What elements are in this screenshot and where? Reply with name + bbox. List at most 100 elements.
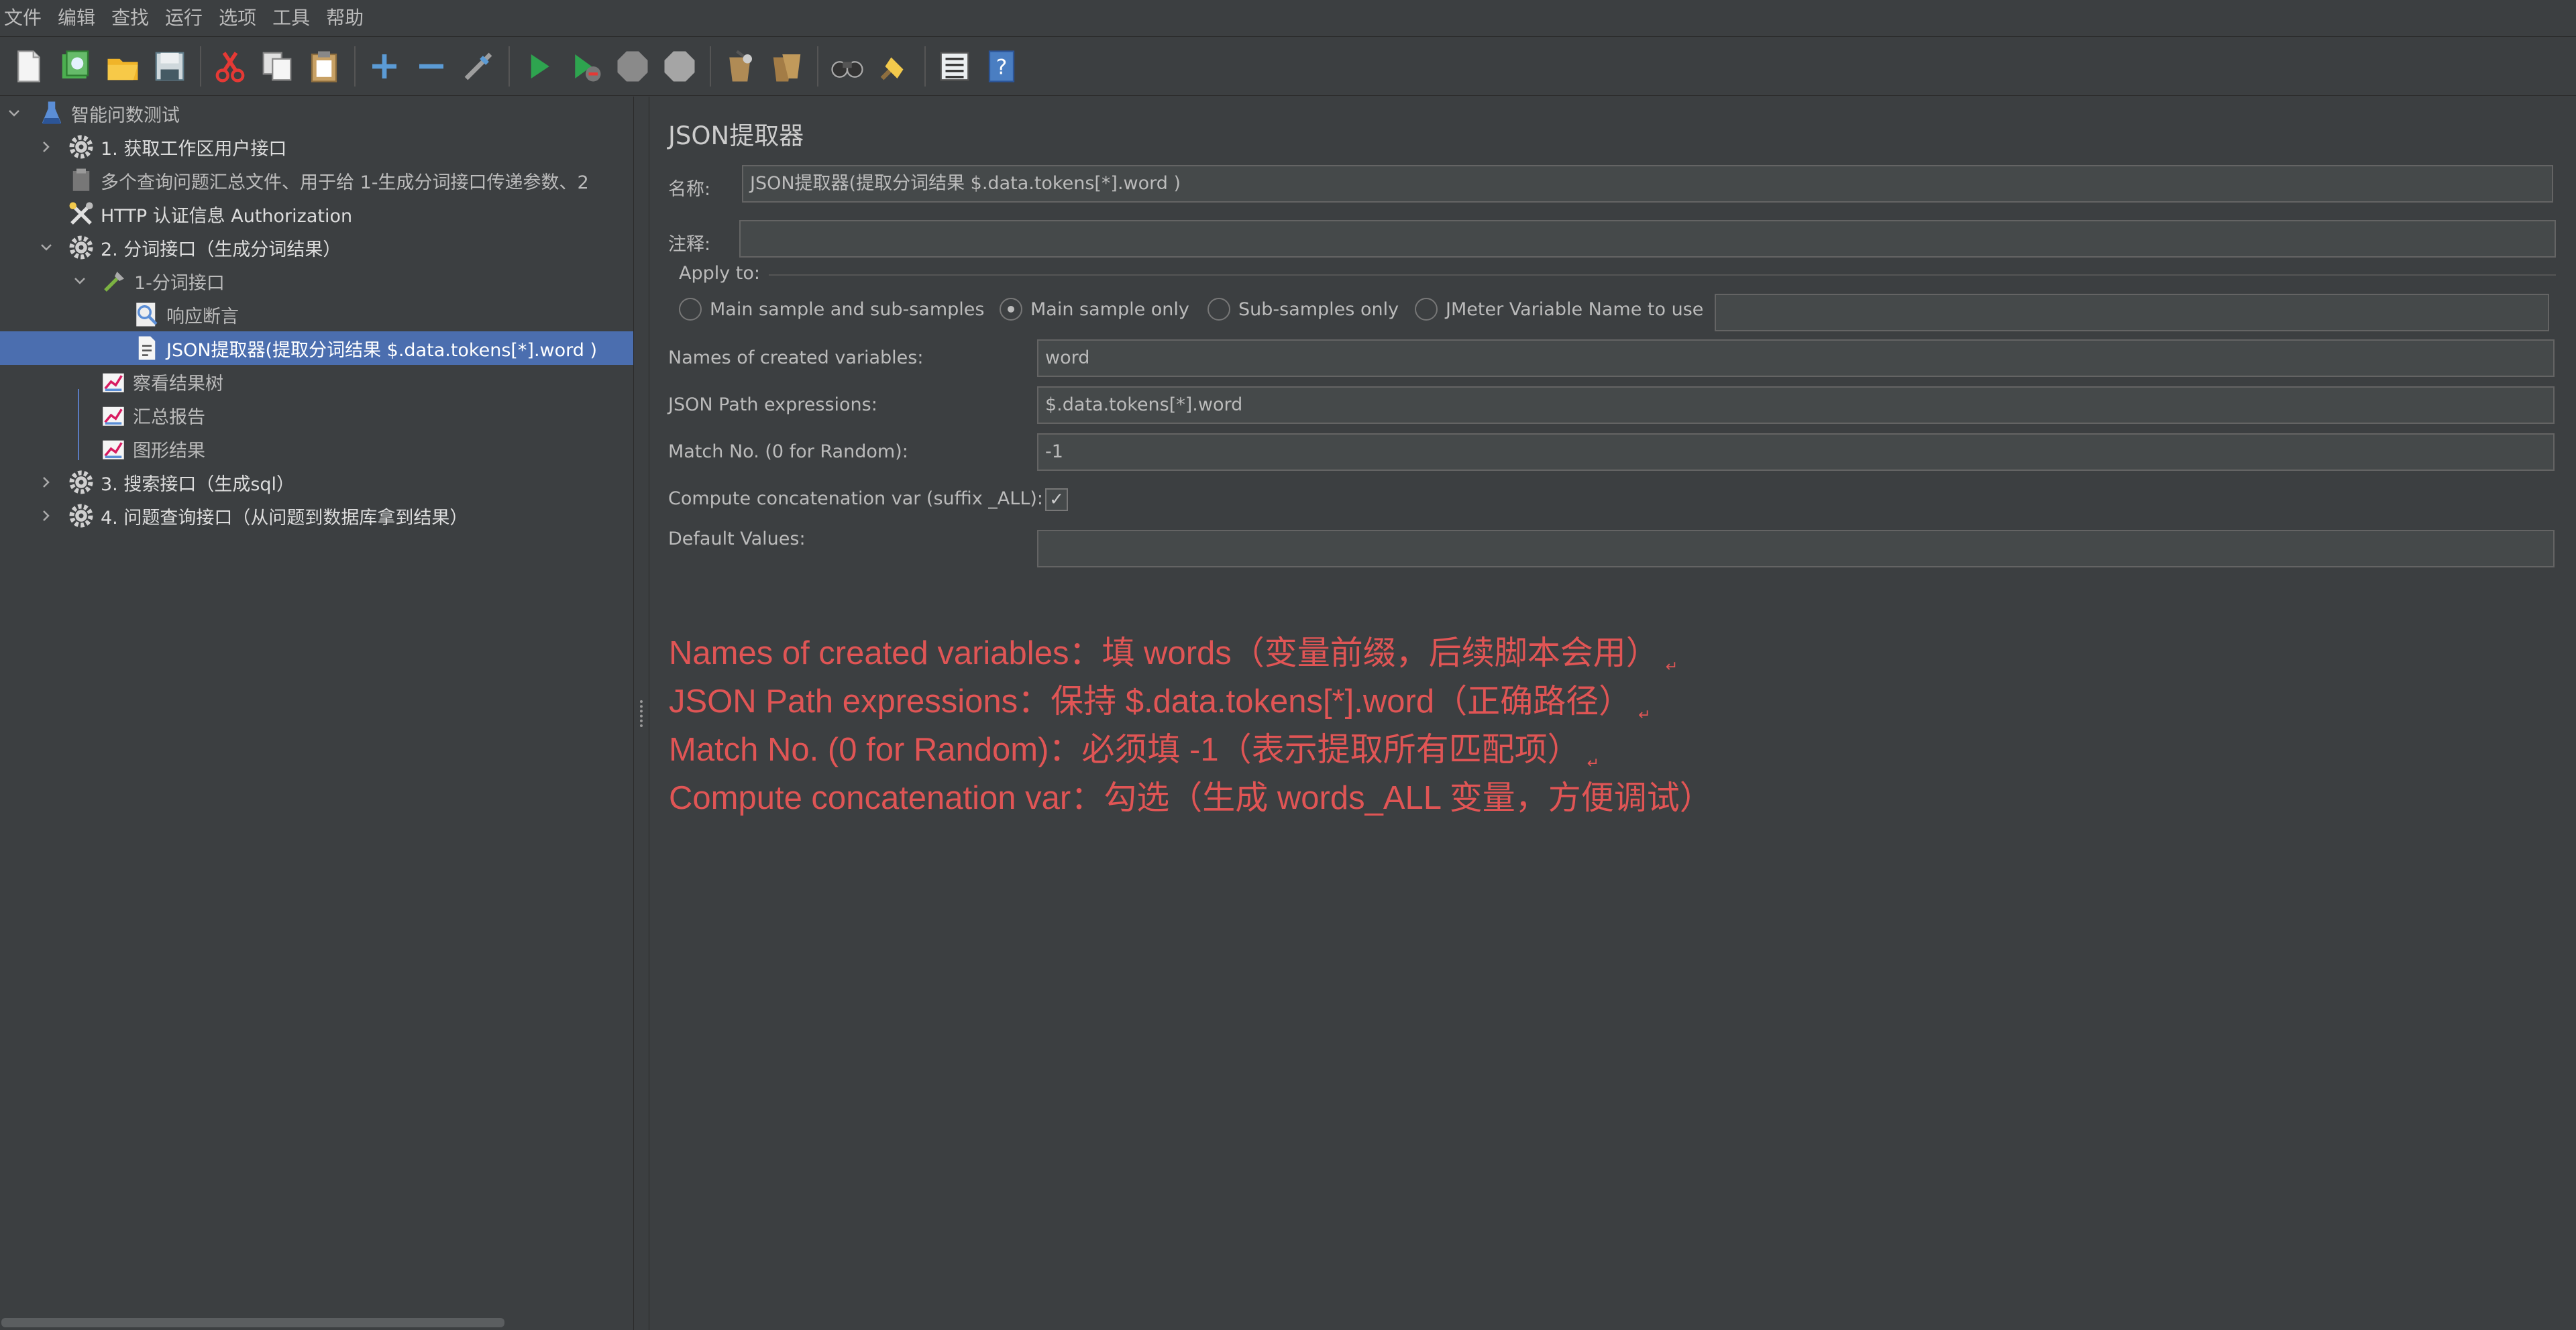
return-mark-icon: ↵ (1665, 657, 1678, 675)
annotation-match: Match No. (0 for Random)：必须填 -1（表示提取所有匹配… (669, 723, 1599, 772)
variable-name-field[interactable] (1715, 294, 2549, 331)
menu-tools[interactable]: 工具 (264, 0, 318, 36)
tree-node-view-results-tree[interactable]: 察看结果树 (0, 365, 633, 398)
tree-node-json-extractor[interactable]: JSON提取器(提取分词结果 $.data.tokens[*].word ) (0, 331, 633, 365)
radio-label: Main sample only (1030, 298, 1189, 320)
tree-node-http-sampler[interactable]: 1-分词接口 (0, 264, 633, 298)
tree-node-label: 图形结果 (133, 440, 205, 461)
radio-button[interactable] (1000, 298, 1022, 321)
comment-field[interactable] (739, 220, 2556, 258)
test-plan-tree: 智能问数测试 1. 获取工作区用户接口 多个查询问题汇总文件、用于给 1-生成分… (0, 97, 633, 1330)
chevron-down-icon[interactable] (36, 231, 56, 264)
tree-node-auth-manager[interactable]: HTTP 认证信息 Authorization (0, 197, 633, 231)
annotation-vars: Names of created variables：填 words（变量前缀，… (669, 626, 1678, 675)
shutdown-icon[interactable] (659, 46, 700, 87)
tree-node-thread-group-1[interactable]: 1. 获取工作区用户接口 (0, 130, 633, 164)
open-icon[interactable] (102, 46, 144, 87)
gear-icon (66, 232, 97, 263)
chevron-down-icon[interactable] (70, 264, 90, 298)
menu-file[interactable]: 文件 (0, 0, 50, 36)
radio-main-only[interactable]: Main sample only (1000, 298, 1189, 321)
vars-label: Names of created variables: (668, 347, 924, 368)
start-icon[interactable] (518, 46, 559, 87)
gear-icon (66, 500, 97, 531)
tree-node-label: 2. 分词接口（生成分词结果） (101, 239, 341, 260)
copy-icon[interactable] (256, 46, 298, 87)
tree-node-thread-group-4[interactable]: 4. 问题查询接口（从问题到数据库拿到结果） (0, 499, 633, 533)
start-no-pause-icon[interactable] (565, 46, 606, 87)
radio-label: JMeter Variable Name to use (1446, 298, 1704, 320)
gear-icon (66, 467, 97, 498)
path-label: JSON Path expressions: (668, 394, 877, 415)
panel-splitter[interactable] (633, 97, 649, 1330)
tree-node-label: 4. 问题查询接口（从问题到数据库拿到结果） (101, 507, 468, 529)
cut-icon[interactable] (209, 46, 251, 87)
tree-node-response-assertion[interactable]: 响应断言 (0, 298, 633, 331)
concat-label: Compute concatenation var (suffix _ALL): (668, 488, 1043, 509)
radio-button[interactable] (679, 298, 702, 321)
checkmark-icon: ✓ (1049, 490, 1064, 510)
chevron-right-icon[interactable] (36, 130, 56, 164)
toggle-icon[interactable] (458, 46, 499, 87)
chart-icon (98, 366, 129, 397)
clear-all-icon[interactable] (766, 46, 808, 87)
annotation-path: JSON Path expressions：保持 $.data.tokens[*… (669, 675, 1651, 724)
splitter-grip[interactable] (640, 700, 645, 727)
stop-icon[interactable] (612, 46, 653, 87)
radio-button[interactable] (1415, 298, 1438, 321)
return-mark-icon: ↵ (1587, 754, 1600, 771)
annotation-text: JSON Path expressions：保持 $.data.tokens[*… (669, 683, 1632, 720)
match-label: Match No. (0 for Random): (668, 441, 908, 462)
function-helper-icon[interactable] (934, 46, 975, 87)
tree-node-summary-report[interactable]: 汇总报告 (0, 398, 633, 432)
save-icon[interactable] (149, 46, 191, 87)
name-label: 名称: (668, 179, 711, 200)
menu-options[interactable]: 选项 (211, 0, 264, 36)
menu-help[interactable]: 帮助 (318, 0, 372, 36)
radio-jmeter-variable[interactable]: JMeter Variable Name to use (1415, 298, 1703, 321)
chart-icon (98, 433, 129, 464)
name-field[interactable]: JSON提取器(提取分词结果 $.data.tokens[*].word ) (742, 165, 2553, 203)
expand-icon[interactable] (364, 46, 405, 87)
chevron-down-icon[interactable] (4, 97, 24, 130)
help-icon[interactable]: ? (981, 46, 1022, 87)
vars-field[interactable]: word (1037, 339, 2555, 377)
chevron-right-icon[interactable] (36, 465, 56, 499)
templates-icon[interactable] (55, 46, 97, 87)
radio-sub-only[interactable]: Sub-samples only (1208, 298, 1399, 321)
scrollbar-thumb[interactable] (1, 1318, 504, 1327)
tree-node-graph-results[interactable]: 图形结果 (0, 432, 633, 465)
radio-button[interactable] (1208, 298, 1230, 321)
tree-node-thread-group-3[interactable]: 3. 搜索接口（生成sql） (0, 465, 633, 499)
magnifier-person-icon (131, 299, 162, 330)
clear-icon[interactable] (719, 46, 761, 87)
tree-horizontal-scrollbar[interactable] (0, 1315, 633, 1330)
path-field[interactable]: $.data.tokens[*].word (1037, 386, 2555, 424)
paste-icon[interactable] (303, 46, 345, 87)
tree-node-csv-data[interactable]: 多个查询问题汇总文件、用于给 1-生成分词接口传递参数、2 (0, 164, 633, 197)
annotation-text: Match No. (0 for Random)：必须填 -1（表示提取所有匹配… (669, 732, 1580, 768)
menu-run[interactable]: 运行 (157, 0, 211, 36)
match-field[interactable]: -1 (1037, 433, 2555, 471)
menu-edit[interactable]: 编辑 (50, 0, 103, 36)
tree-node-label: 多个查询问题汇总文件、用于给 1-生成分词接口传递参数、2 (101, 172, 589, 193)
concat-checkbox[interactable]: ✓ (1045, 488, 1068, 511)
tree-node-label: 3. 搜索接口（生成sql） (101, 474, 295, 495)
default-field[interactable] (1037, 530, 2555, 567)
chevron-right-icon[interactable] (36, 499, 56, 533)
reset-search-icon[interactable] (873, 46, 915, 87)
tree-node-thread-group-2[interactable]: 2. 分词接口（生成分词结果） (0, 231, 633, 264)
radio-main-and-sub[interactable]: Main sample and sub-samples (679, 298, 984, 321)
new-icon[interactable] (8, 46, 50, 87)
collapse-icon[interactable] (411, 46, 452, 87)
tree-node-label: JSON提取器(提取分词结果 $.data.tokens[*].word ) (166, 339, 598, 361)
tree-node-test-plan[interactable]: 智能问数测试 (0, 97, 633, 130)
document-icon (131, 333, 162, 364)
apply-to-divider (769, 274, 2556, 276)
tree-node-label: HTTP 认证信息 Authorization (101, 205, 353, 227)
menu-search[interactable]: 查找 (103, 0, 157, 36)
pipette-icon (99, 266, 130, 296)
search-icon[interactable] (826, 46, 868, 87)
annotation-text: Compute concatenation var：勾选（生成 words_AL… (669, 780, 1713, 816)
svg-text:?: ? (996, 55, 1008, 79)
